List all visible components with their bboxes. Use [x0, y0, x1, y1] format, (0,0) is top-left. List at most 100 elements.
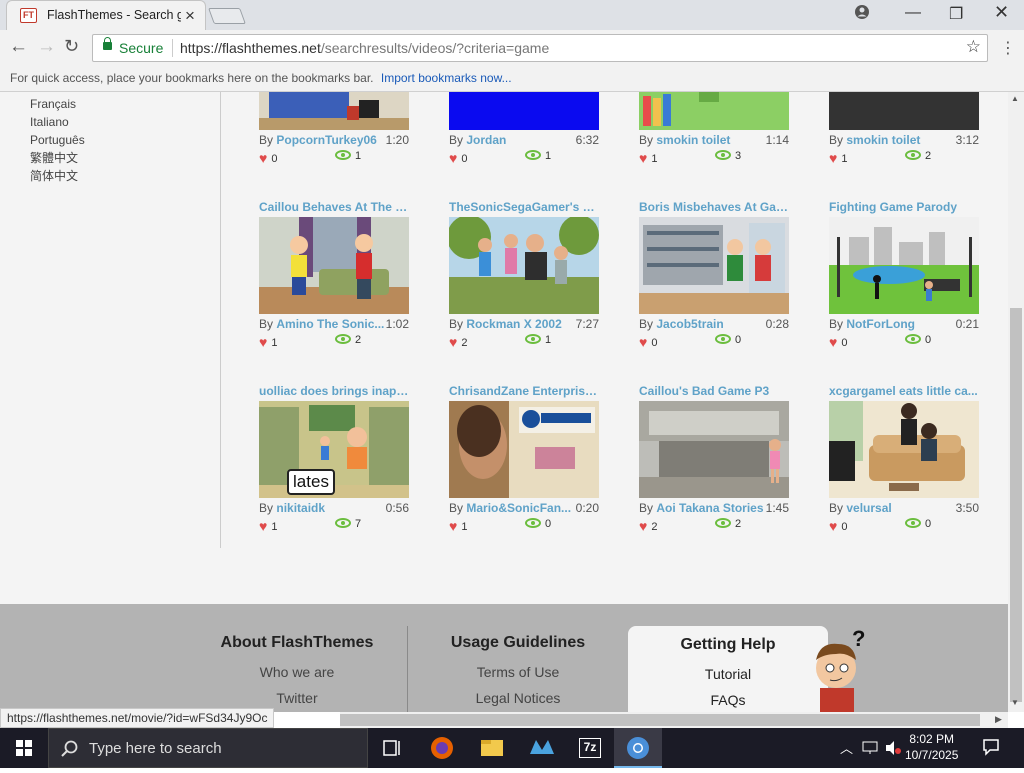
scroll-right-arrow-icon[interactable]: ▶ [995, 714, 1002, 725]
video-author-link[interactable]: Amino The Sonic... [276, 317, 384, 331]
game-app-icon[interactable] [518, 728, 566, 768]
video-duration: 3:50 [955, 501, 979, 515]
firefox-icon[interactable] [418, 728, 466, 768]
language-link[interactable]: 简体中文 [30, 167, 85, 185]
video-thumbnail[interactable] [639, 217, 789, 314]
heart-icon[interactable]: ♥ [639, 150, 647, 166]
video-title[interactable]: TheSonicSegaGamer's m... [449, 200, 599, 214]
close-window-icon[interactable]: ✕ [994, 2, 1009, 23]
video-thumbnail[interactable] [259, 92, 409, 130]
footer-link[interactable]: Who we are [197, 664, 397, 680]
video-title[interactable]: Caillou Behaves At The G... [259, 200, 409, 214]
horizontal-scrollbar[interactable]: ▶ [340, 712, 1008, 728]
video-thumbnail[interactable] [639, 92, 789, 130]
footer-link[interactable]: Twitter [197, 690, 397, 706]
language-link[interactable]: 繁體中文 [30, 149, 85, 167]
menu-kebab-icon[interactable]: ⋮ [1000, 38, 1016, 58]
profile-icon[interactable] [854, 4, 870, 25]
restore-icon[interactable]: ❐ [949, 4, 963, 24]
footer-link[interactable]: Legal Notices [418, 690, 618, 706]
heart-icon[interactable]: ♥ [449, 334, 457, 350]
view-stat: 7 [335, 518, 361, 530]
video-title[interactable]: Boris Misbehaves At Gam... [639, 200, 789, 214]
scrollbar-thumb[interactable] [340, 714, 980, 726]
eye-icon [905, 150, 921, 160]
video-title[interactable]: uolliac does brings inapp... [259, 384, 409, 398]
heart-icon[interactable]: ♥ [259, 334, 267, 350]
view-stat: 3 [715, 150, 741, 162]
file-explorer-icon[interactable] [468, 728, 516, 768]
video-thumbnail[interactable] [639, 401, 789, 498]
back-arrow-icon[interactable]: ← [9, 36, 28, 58]
reload-icon[interactable]: ↻ [64, 36, 79, 57]
7zip-icon[interactable]: 7z [566, 728, 614, 768]
video-thumbnail[interactable]: lates [259, 401, 409, 498]
scrollbar-thumb[interactable] [1010, 308, 1022, 702]
scroll-down-arrow-icon[interactable]: ▼ [1011, 698, 1019, 707]
video-title[interactable]: Caillou's Bad Game P3 [639, 384, 789, 398]
video-author-link[interactable]: PopcornTurkey06 [276, 133, 376, 147]
language-link[interactable]: Français [30, 95, 85, 113]
browser-tab[interactable]: FT FlashThemes - Search ga × [6, 0, 206, 30]
video-thumbnail[interactable] [829, 217, 979, 314]
language-link[interactable]: Português [30, 131, 85, 149]
video-stats: ♥ 0 0 [829, 518, 979, 534]
video-author-link[interactable]: smokin toilet [846, 133, 920, 147]
video-author-link[interactable]: Aoi Takana Stories [656, 501, 763, 515]
chevron-up-icon[interactable]: ︿ [840, 738, 853, 757]
windows-start-icon[interactable] [0, 728, 48, 768]
url-text[interactable]: https://flashthemes.net/searchresults/vi… [180, 40, 549, 56]
video-title[interactable]: ChrisandZane Enterprise... [449, 384, 599, 398]
language-link[interactable]: Italiano [30, 113, 85, 131]
video-thumbnail[interactable] [829, 92, 979, 130]
video-title[interactable]: xcgargamel eats little ca... [829, 384, 979, 398]
footer-link[interactable]: FAQs [628, 692, 828, 708]
video-author-link[interactable]: smokin toilet [656, 133, 730, 147]
volume-muted-icon[interactable] [884, 740, 902, 761]
video-thumbnail[interactable] [829, 401, 979, 498]
footer-link[interactable]: Tutorial [628, 666, 828, 682]
video-thumbnail[interactable] [449, 217, 599, 314]
notifications-icon[interactable] [982, 738, 1000, 761]
vertical-scrollbar[interactable]: ▲ ▼ [1008, 92, 1024, 712]
video-meta: By NotForLong 0:21 [829, 317, 979, 331]
heart-icon[interactable]: ♥ [259, 150, 267, 166]
video-thumbnail[interactable] [449, 401, 599, 498]
forward-arrow-icon[interactable]: → [37, 36, 56, 58]
system-clock[interactable]: 8:02 PM 10/7/2025 [905, 731, 958, 763]
heart-icon[interactable]: ♥ [449, 150, 457, 166]
heart-icon[interactable]: ♥ [259, 518, 267, 534]
video-author-link[interactable]: NotForLong [846, 317, 915, 331]
bookmark-star-icon[interactable]: ☆ [966, 37, 981, 57]
by-label: By [829, 133, 844, 147]
video-thumbnail[interactable] [449, 92, 599, 130]
eye-icon [525, 150, 541, 160]
heart-icon[interactable]: ♥ [639, 334, 647, 350]
minimize-icon[interactable]: — [905, 4, 921, 22]
import-bookmarks-link[interactable]: Import bookmarks now... [381, 71, 512, 85]
heart-icon[interactable]: ♥ [639, 518, 647, 534]
close-tab-icon[interactable]: × [185, 6, 195, 26]
video-author-link[interactable]: Jordan [466, 133, 506, 147]
heart-icon[interactable]: ♥ [829, 518, 837, 534]
video-title[interactable]: Fighting Game Parody [829, 200, 979, 214]
heart-icon[interactable]: ♥ [829, 150, 837, 166]
new-tab-button[interactable] [208, 8, 246, 24]
video-author-link[interactable]: velursal [846, 501, 891, 515]
heart-icon[interactable]: ♥ [829, 334, 837, 350]
video-author-link[interactable]: Rockman X 2002 [466, 317, 561, 331]
taskbar-search[interactable]: Type here to search [48, 728, 368, 768]
heart-icon[interactable]: ♥ [449, 518, 457, 534]
page-content: Français Italiano Português 繁體中文 简体中文 By… [0, 92, 1008, 712]
video-meta: By Jacob5train 0:28 [639, 317, 789, 331]
task-view-icon[interactable] [368, 728, 416, 768]
footer-link[interactable]: Terms of Use [418, 664, 618, 680]
address-bar[interactable]: Secure https://flashthemes.net/searchres… [92, 34, 988, 62]
network-icon[interactable] [862, 740, 880, 761]
video-thumbnail[interactable] [259, 217, 409, 314]
scroll-up-arrow-icon[interactable]: ▲ [1011, 94, 1019, 103]
video-author-link[interactable]: nikitaidk [276, 501, 325, 515]
video-author-link[interactable]: Jacob5train [656, 317, 723, 331]
chrome-icon[interactable] [614, 728, 662, 768]
video-author-link[interactable]: Mario&SonicFan... [466, 501, 571, 515]
